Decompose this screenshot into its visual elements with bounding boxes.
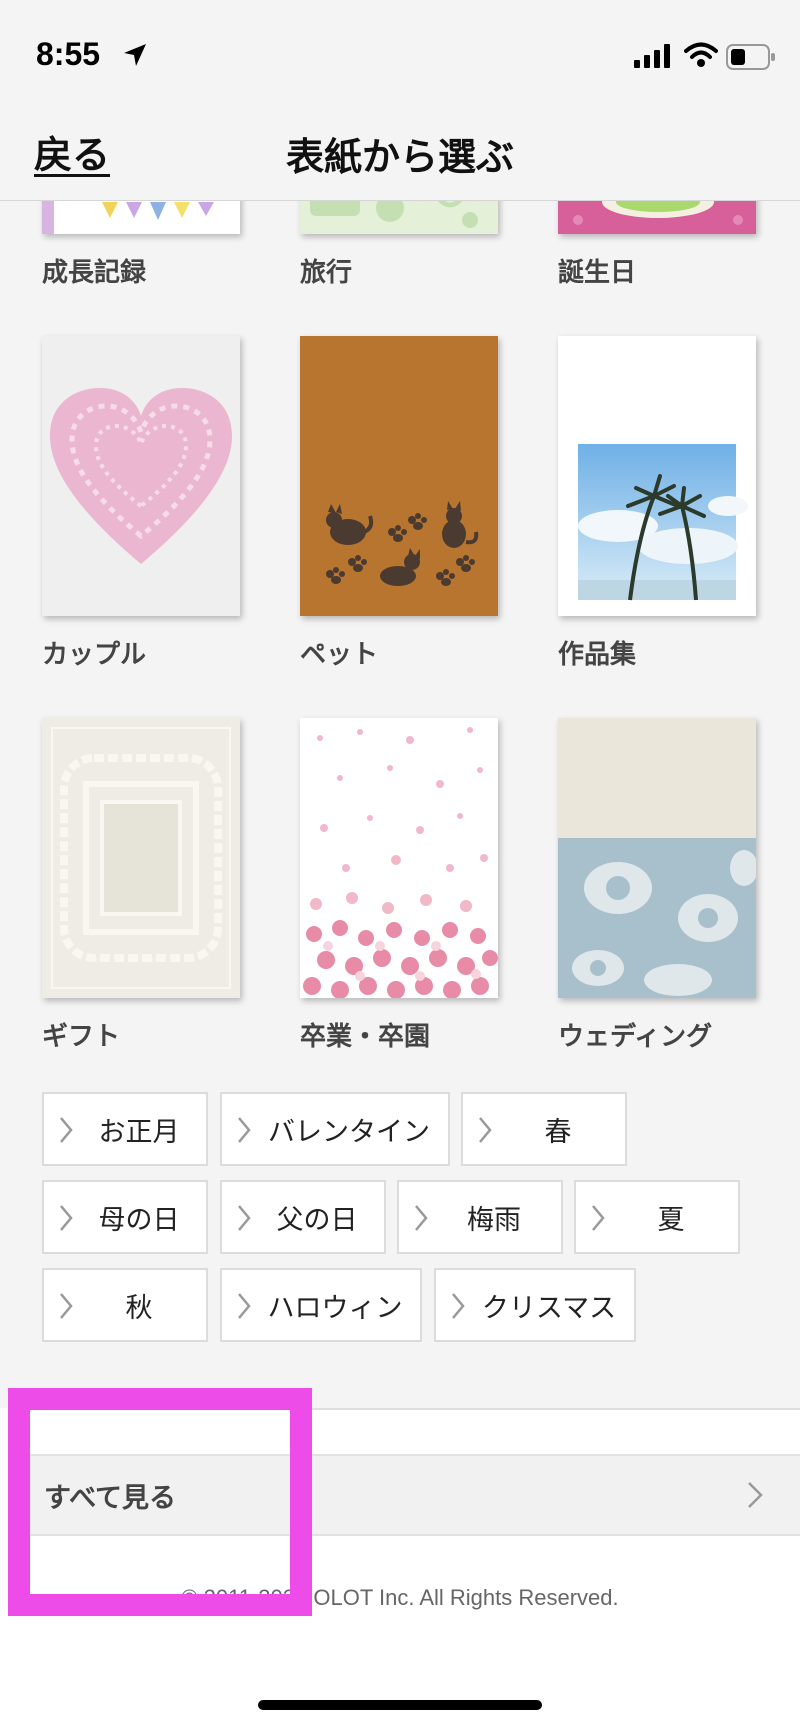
battery-icon xyxy=(726,44,776,74)
location-arrow-icon xyxy=(122,42,148,72)
cellular-signal-icon xyxy=(634,44,672,72)
status-time: 8:55 xyxy=(36,36,101,72)
cover-gift-image xyxy=(42,718,240,998)
cover-label: 誕生日 xyxy=(558,258,637,288)
tag-spring[interactable]: 春 xyxy=(461,1092,627,1166)
chevron-right-icon xyxy=(452,1293,465,1319)
chevron-right-icon xyxy=(592,1205,605,1231)
cover-graduation-image xyxy=(300,718,498,998)
chevron-right-icon xyxy=(479,1117,492,1143)
tag-halloween[interactable]: ハロウィン xyxy=(220,1268,422,1342)
cover-label: 旅行 xyxy=(300,258,353,288)
chevron-right-icon xyxy=(238,1117,251,1143)
chevron-right-icon xyxy=(238,1293,251,1319)
cover-portfolio-image xyxy=(558,336,756,616)
chevron-right-icon xyxy=(60,1117,73,1143)
wifi-icon xyxy=(684,42,718,72)
chevron-right-icon xyxy=(60,1205,73,1231)
navigation-bar: 戻る 表紙から選ぶ xyxy=(0,110,800,201)
cover-label: 作品集 xyxy=(558,640,637,670)
cover-label: 卒業・卒園 xyxy=(300,1022,431,1052)
cover-label: 成長記録 xyxy=(42,258,147,288)
cover-label: カップル xyxy=(42,640,147,670)
chevron-right-icon xyxy=(238,1205,251,1231)
highlight-annotation-box xyxy=(8,1388,312,1616)
cover-couple-image xyxy=(42,336,240,616)
tag-summer[interactable]: 夏 xyxy=(574,1180,740,1254)
cover-label: ペット xyxy=(300,640,379,670)
tag-rainy-season[interactable]: 梅雨 xyxy=(397,1180,563,1254)
tag-christmas[interactable]: クリスマス xyxy=(434,1268,636,1342)
status-bar: 8:55 xyxy=(0,0,800,110)
chevron-right-icon xyxy=(748,1482,763,1508)
chevron-right-icon xyxy=(60,1293,73,1319)
tag-valentine[interactable]: バレンタイン xyxy=(220,1092,450,1166)
cover-grid: 成長記録 旅行 誕生日 カップル ペット 作品集 ギフト 卒業・卒園 ウェディン… xyxy=(0,150,800,1052)
tag-new-year[interactable]: お正月 xyxy=(42,1092,208,1166)
tag-mothers-day[interactable]: 母の日 xyxy=(42,1180,208,1254)
tag-autumn[interactable]: 秋 xyxy=(42,1268,208,1342)
tag-fathers-day[interactable]: 父の日 xyxy=(220,1180,386,1254)
tag-label: バレンタイン xyxy=(268,1116,430,1148)
cover-wedding-image xyxy=(558,718,756,998)
cover-label: ウェディング xyxy=(558,1022,713,1052)
page-title: 表紙から選ぶ xyxy=(285,135,514,179)
cover-label: ギフト xyxy=(42,1022,121,1052)
cover-pet-image xyxy=(300,336,498,616)
home-indicator[interactable] xyxy=(258,1700,542,1710)
chevron-right-icon xyxy=(415,1205,428,1231)
